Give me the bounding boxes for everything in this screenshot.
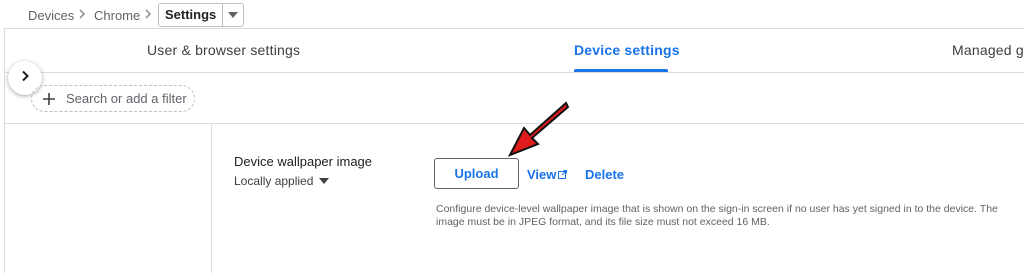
breadcrumb-settings-label: Settings [159,4,224,26]
breadcrumb-devices[interactable]: Devices [28,8,74,23]
chevron-right-icon [19,69,31,87]
open-in-new-icon [558,170,568,179]
filter-placeholder: Search or add a filter [66,91,187,106]
tab-managed-guest[interactable]: Managed g [952,42,1024,58]
view-link[interactable]: View [527,167,568,182]
breadcrumb-settings-dropdown[interactable]: Settings [158,3,245,27]
view-link-label: View [527,167,557,182]
breadcrumb: Devices Chrome Settings [0,0,1024,30]
filter-divider [4,123,1024,124]
setting-scope-label: Locally applied [234,174,314,188]
left-panel-divider [211,124,212,273]
chevron-right-icon [77,8,87,23]
setting-title: Device wallpaper image [234,154,373,169]
search-filter-input[interactable]: Search or add a filter [31,85,195,112]
setting-scope-dropdown[interactable]: Locally applied [234,174,330,188]
plus-icon [42,92,56,106]
caret-down-icon[interactable] [223,4,243,26]
tab-device-settings[interactable]: Device settings [574,42,680,58]
tab-user-browser-settings[interactable]: User & browser settings [147,42,300,58]
tabs-divider [4,72,1024,73]
upload-button[interactable]: Upload [434,158,519,189]
delete-link[interactable]: Delete [585,167,624,182]
caret-down-icon [319,178,330,184]
chevron-right-icon [143,8,153,23]
setting-description: Configure device-level wallpaper image t… [436,203,998,228]
breadcrumb-chrome[interactable]: Chrome [94,8,140,23]
content-frame [4,28,1024,273]
